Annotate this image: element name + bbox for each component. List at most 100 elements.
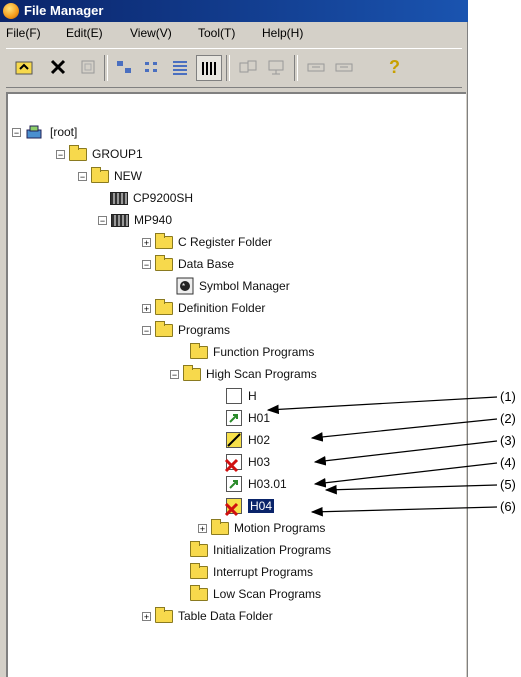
tree-node-h03[interactable]: H03: [224, 452, 270, 473]
tree-node-h01[interactable]: H01: [226, 408, 270, 428]
app-icon: [3, 3, 19, 19]
tree-node-database[interactable]: − Data Base: [142, 254, 234, 274]
tree-node-cp9200sh[interactable]: CP9200SH: [110, 188, 193, 208]
tree-node-function-programs[interactable]: Function Programs: [190, 342, 314, 362]
up-folder-icon: [15, 61, 33, 75]
blank-program-icon: [226, 388, 242, 404]
delete-button[interactable]: [46, 55, 70, 79]
help-icon: ?: [389, 57, 400, 77]
load-button[interactable]: [304, 55, 328, 79]
collapse-icon[interactable]: −: [142, 325, 151, 335]
tree-node-h[interactable]: H: [226, 386, 257, 406]
title-bar: File Manager: [0, 0, 468, 22]
folder-icon: [155, 606, 173, 623]
tree-label: Motion Programs: [234, 521, 326, 535]
folder-icon: [69, 144, 87, 161]
tree-node-initialization[interactable]: Initialization Programs: [190, 540, 331, 560]
folder-icon: [190, 584, 208, 601]
folder-icon: [211, 518, 229, 535]
folder-icon: [91, 166, 109, 183]
menu-file[interactable]: File(F): [6, 26, 41, 40]
save-to-flash-button[interactable]: [332, 55, 356, 79]
collapse-icon[interactable]: −: [98, 215, 107, 225]
file-manager-window: File Manager File(F) Edit(E) View(V) Too…: [0, 0, 468, 677]
folder-icon: [155, 254, 173, 271]
tree-node-definition[interactable]: + Definition Folder: [142, 298, 265, 318]
menu-help[interactable]: Help(H): [262, 26, 303, 40]
expand-icon[interactable]: +: [142, 237, 151, 247]
tree-node-table-data[interactable]: + Table Data Folder: [142, 606, 273, 626]
tree-node-c-register[interactable]: + C Register Folder: [142, 232, 272, 252]
tree-label-selected: H04: [248, 499, 275, 513]
transfer-button[interactable]: [236, 55, 260, 79]
annotation-label: (3): [500, 433, 516, 448]
tree-label: Function Programs: [213, 345, 315, 359]
cpu-icon: [111, 213, 129, 227]
expand-icon[interactable]: +: [198, 523, 207, 533]
collapse-icon[interactable]: −: [12, 127, 21, 137]
properties-icon: [81, 60, 95, 74]
tree-node-high-scan[interactable]: − High Scan Programs: [170, 364, 317, 384]
tree-view: − [root] − GROUP1 − NEW CP9200SH − MP940…: [6, 92, 466, 677]
tree-label: Data Base: [178, 257, 235, 271]
small-icons-button[interactable]: [140, 55, 164, 79]
menu-edit[interactable]: Edit(E): [66, 26, 103, 40]
toolbar-separator: [294, 55, 298, 81]
annotation-label: (1): [500, 389, 516, 404]
tree-label: Table Data Folder: [178, 609, 273, 623]
running-program-icon: [226, 476, 242, 492]
menu-bar: File(F) Edit(E) View(V) Tool(T) Help(H): [0, 24, 468, 44]
properties-button[interactable]: [76, 55, 100, 79]
tree-label: GROUP1: [92, 147, 143, 161]
details-view-icon: [202, 62, 216, 75]
tree-node-motion[interactable]: + Motion Programs: [198, 518, 325, 538]
collapse-icon[interactable]: −: [142, 259, 151, 269]
up-folder-button[interactable]: [12, 55, 36, 79]
monitor-button[interactable]: [264, 55, 288, 79]
expand-icon[interactable]: +: [142, 611, 151, 621]
tree-node-programs[interactable]: − Programs: [142, 320, 230, 340]
tree-label: High Scan Programs: [206, 367, 317, 381]
tree-label: H: [248, 389, 257, 403]
window-title: File Manager: [24, 3, 104, 18]
tree-node-low-scan[interactable]: Low Scan Programs: [190, 584, 321, 604]
tree-node-h02[interactable]: H02: [226, 430, 270, 450]
tree-node-h04[interactable]: H04: [224, 496, 275, 517]
tree-label: Definition Folder: [178, 301, 266, 315]
tree-label: C Register Folder: [178, 235, 273, 249]
list-view-button[interactable]: [168, 55, 192, 79]
toolbar-separator: [226, 55, 230, 81]
folder-icon: [155, 320, 173, 337]
tree-node-symbol-manager[interactable]: * Symbol Manager: [176, 276, 290, 296]
menu-tool[interactable]: Tool(T): [198, 26, 235, 40]
tree-node-group1[interactable]: − GROUP1: [56, 144, 143, 164]
collapse-icon[interactable]: −: [78, 171, 87, 181]
collapse-icon[interactable]: −: [56, 149, 65, 159]
expand-icon[interactable]: +: [142, 303, 151, 313]
load-icon: [307, 63, 325, 72]
menu-view[interactable]: View(V): [130, 26, 172, 40]
tree-node-root[interactable]: − [root]: [12, 122, 77, 142]
folder-icon: [190, 540, 208, 557]
tree-node-new[interactable]: − NEW: [78, 166, 142, 186]
collapse-icon[interactable]: −: [170, 369, 179, 379]
help-button[interactable]: ?: [382, 55, 406, 79]
running-program-icon: [226, 410, 242, 426]
details-view-button[interactable]: [196, 55, 222, 81]
save-to-flash-icon: [335, 63, 353, 72]
large-icons-button[interactable]: [112, 55, 136, 79]
annotation-label: (6): [500, 499, 516, 514]
symbol-manager-icon: *: [176, 277, 194, 295]
svg-text:?: ?: [389, 57, 400, 77]
toolbar: ?: [6, 48, 462, 88]
tree-node-mp940[interactable]: − MP940: [98, 210, 172, 230]
folder-icon: [190, 342, 208, 359]
tree-label: Programs: [178, 323, 231, 337]
svg-text:*: *: [182, 282, 185, 291]
tree-node-h03-01[interactable]: H03.01: [226, 474, 287, 494]
transfer-icon: [239, 60, 257, 73]
tree-label: Symbol Manager: [199, 279, 290, 293]
tree-node-interrupt[interactable]: Interrupt Programs: [190, 562, 313, 582]
annotation-label: (5): [500, 477, 516, 492]
tree-label: H03.01: [248, 477, 287, 491]
